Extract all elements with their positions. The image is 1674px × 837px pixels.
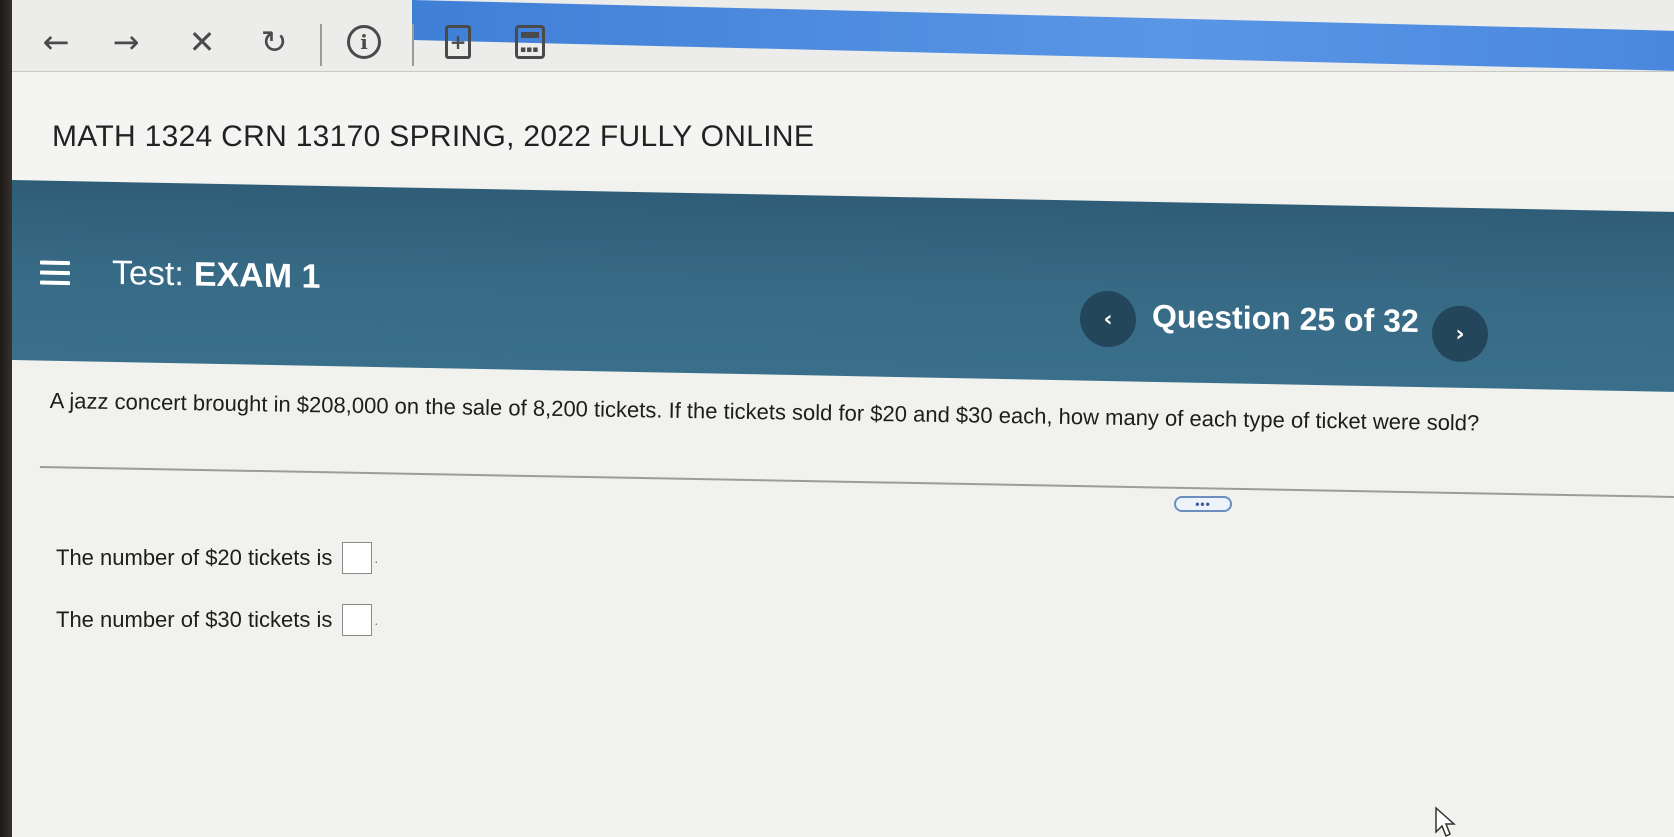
calculator-button[interactable] [508, 20, 552, 64]
toolbar-separator [320, 24, 322, 66]
browser-toolbar: ← → ✕ ↻ i + [12, 0, 1674, 72]
course-bar: MATH 1324 CRN 13170 SPRING, 2022 FULLY O… [12, 72, 1674, 182]
toolbar-separator [412, 24, 414, 66]
answer-input-30-tickets[interactable] [342, 604, 373, 636]
chevron-right-icon: › [1455, 321, 1465, 347]
chevron-left-icon: ‹ [1103, 306, 1113, 332]
answer-input-20-tickets[interactable] [342, 542, 373, 574]
question-text: A jazz concert brought in $208,000 on th… [49, 388, 1480, 436]
test-name: EXAM 1 [193, 255, 321, 296]
add-document-button[interactable]: + [436, 20, 480, 64]
browser-screen: ← → ✕ ↻ i + MATH 1324 CRN 13170 SPRING, … [12, 0, 1674, 837]
answer-label: The number of $30 tickets is [56, 607, 333, 632]
question-counter: Question 25 of 32 [1152, 297, 1419, 340]
forward-arrow-icon[interactable]: → [104, 20, 148, 64]
course-title: MATH 1324 CRN 13170 SPRING, 2022 FULLY O… [52, 120, 815, 153]
previous-question-button[interactable]: ‹ [1080, 290, 1136, 348]
info-button[interactable]: i [342, 20, 386, 64]
back-arrow-icon[interactable]: ← [34, 20, 78, 64]
test-header: Test: EXAM 1 ‹ Question 25 of 32 › [12, 180, 1674, 392]
close-icon[interactable]: ✕ [180, 20, 224, 64]
desktop-background-strip [412, 0, 1674, 71]
more-options-button[interactable]: ••• [1174, 496, 1232, 512]
answer-row-20: The number of $20 tickets is . [56, 542, 378, 574]
calculator-icon [515, 25, 545, 59]
info-icon: i [347, 25, 381, 59]
add-document-icon: + [445, 25, 471, 59]
answer-row-30: The number of $30 tickets is . [56, 604, 378, 636]
test-title: Test: EXAM 1 [112, 254, 320, 297]
refresh-icon[interactable]: ↻ [252, 20, 296, 64]
next-question-button[interactable]: › [1432, 305, 1488, 363]
test-label: Test: [112, 253, 184, 294]
answer-label: The number of $20 tickets is [56, 545, 333, 570]
menu-icon[interactable] [40, 260, 70, 286]
question-divider [39, 466, 1674, 499]
